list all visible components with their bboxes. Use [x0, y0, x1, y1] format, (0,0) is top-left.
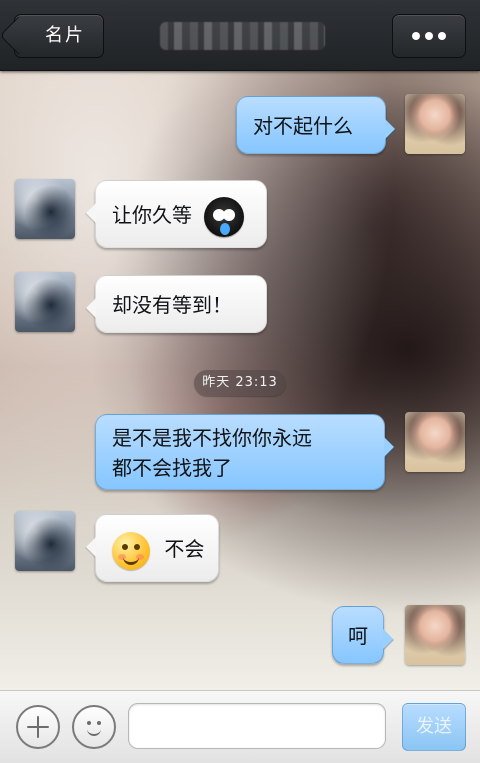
- blush-cheeks-icon: [118, 553, 126, 560]
- shy-smiley-emoji-icon: [112, 531, 150, 570]
- emoji-icon: [80, 713, 108, 741]
- plus-icon: [27, 716, 49, 738]
- message-bubble-other[interactable]: 却没有等到！: [95, 275, 267, 333]
- avatar-self[interactable]: [405, 94, 465, 154]
- more-options-button[interactable]: [392, 14, 466, 58]
- message-text: 让你久等: [112, 203, 192, 227]
- message-bubble-other[interactable]: 让你久等: [95, 180, 267, 248]
- avatar-self[interactable]: [405, 412, 465, 472]
- message-text: 对不起什么: [253, 114, 353, 138]
- more-dot: [412, 32, 420, 40]
- more-dot: [425, 32, 433, 40]
- avatar-self[interactable]: [405, 605, 465, 665]
- message-bubble-self[interactable]: 对不起什么: [236, 96, 386, 154]
- message-line-2: 都不会找我了: [112, 456, 232, 480]
- message-bubble-self[interactable]: 呵: [332, 606, 384, 664]
- message-line-1: 是不是我不找你你永远: [112, 426, 312, 450]
- message-bubble-other[interactable]: 不会: [95, 514, 219, 582]
- back-to-card-button[interactable]: 名片: [14, 14, 104, 58]
- message-text: 却没有等到！: [112, 293, 232, 317]
- message-input[interactable]: [128, 703, 386, 749]
- message-bubble-self[interactable]: 是不是我不找你你永远 都不会找我了: [95, 414, 385, 490]
- more-dot: [438, 32, 446, 40]
- message-text: 不会: [164, 537, 205, 561]
- tear-drop-icon: [220, 222, 231, 235]
- avatar-other[interactable]: [15, 272, 75, 332]
- crying-owl-emoji-icon: [204, 196, 245, 237]
- avatar-other[interactable]: [15, 179, 75, 239]
- more-dots-icon: [412, 32, 446, 40]
- send-button[interactable]: 发送: [402, 703, 466, 751]
- timestamp-badge: 昨天 23:13: [194, 370, 286, 396]
- back-button-label: 名片: [45, 25, 85, 46]
- message-text: 呵: [348, 624, 368, 648]
- emoji-picker-button[interactable]: [72, 705, 116, 749]
- top-bar: 名片: [0, 0, 480, 71]
- blurred-contact-title: [160, 22, 325, 50]
- composer-bar: 发送: [0, 690, 480, 763]
- avatar-other[interactable]: [15, 511, 75, 571]
- send-button-label: 发送: [416, 716, 452, 737]
- add-attachment-button[interactable]: [16, 705, 60, 749]
